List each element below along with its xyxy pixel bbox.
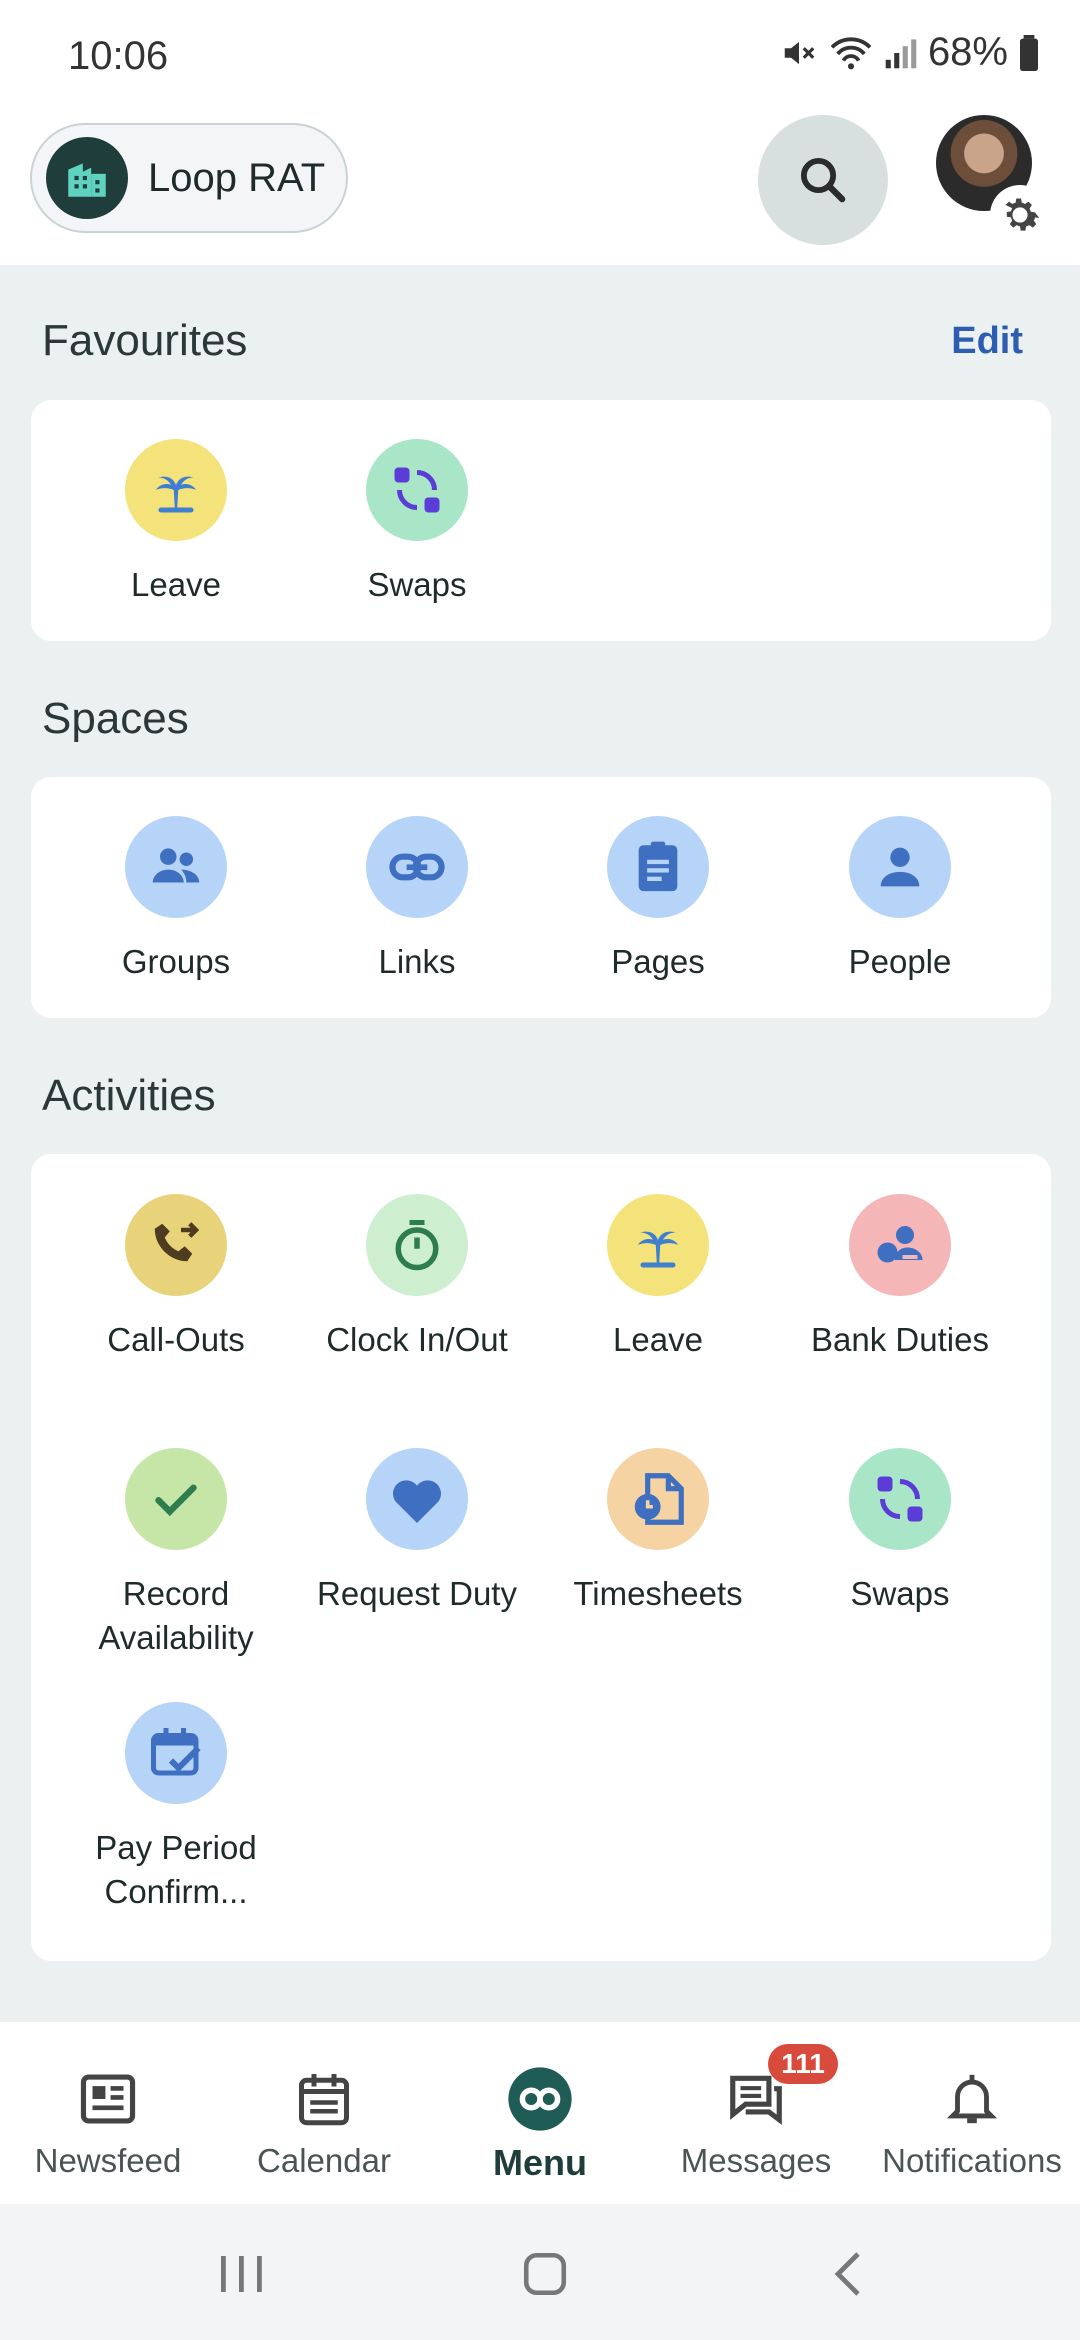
search-button[interactable] <box>758 115 888 245</box>
nav-label: Messages <box>680 2142 832 2179</box>
nav-calendar[interactable]: Calendar <box>216 2022 432 2204</box>
signal-icon <box>885 38 917 68</box>
activities-title: Activities <box>42 1071 216 1120</box>
tile-label: Swaps <box>367 566 467 603</box>
activity-request-duty[interactable]: Request Duty <box>297 1448 537 1616</box>
tile-label: Pay Period Confirm... <box>95 1829 257 1910</box>
nav-menu[interactable]: Menu <box>432 2022 648 2204</box>
tile-label: Timesheets <box>573 1575 743 1612</box>
home-button[interactable] <box>505 2244 585 2304</box>
activity-bank-duties[interactable]: Bank Duties <box>780 1194 1020 1362</box>
activity-swaps[interactable]: Swaps <box>780 1448 1020 1616</box>
nav-messages[interactable]: 111 Messages <box>648 2022 864 2204</box>
system-nav-bar <box>0 2204 1080 2340</box>
status-icons: 68% <box>780 30 1040 75</box>
favourite-swaps[interactable]: Swaps <box>297 439 537 607</box>
tile-label: Swaps <box>850 1575 950 1612</box>
nav-notifications[interactable]: Notifications <box>864 2022 1080 2204</box>
bank-duties-icon <box>849 1194 951 1296</box>
space-links[interactable]: Links <box>297 816 537 984</box>
edit-favourites-button[interactable]: Edit <box>951 320 1023 363</box>
recent-apps-button[interactable] <box>202 2244 282 2304</box>
tile-label: Pages <box>611 943 705 980</box>
activity-pay-period-confirm[interactable]: Pay Period Confirm... <box>56 1702 296 1914</box>
stopwatch-icon <box>366 1194 468 1296</box>
favourites-card: Leave Swaps <box>31 400 1051 641</box>
nav-label: Menu <box>493 2142 587 2183</box>
tile-label: Groups <box>121 943 231 980</box>
calendar-check-icon <box>125 1702 227 1804</box>
app-header: Loop RAT <box>0 115 1080 265</box>
tile-label: People <box>848 943 952 980</box>
clipboard-icon <box>607 816 709 918</box>
tile-label: Leave <box>613 1321 703 1358</box>
favourite-leave[interactable]: Leave <box>56 439 296 607</box>
org-switcher[interactable]: Loop RAT <box>30 123 348 233</box>
status-time: 10:06 <box>68 34 169 78</box>
wifi-icon <box>830 36 872 69</box>
spaces-card: Groups Links Pages People <box>31 777 1051 1018</box>
phone-forward-icon <box>125 1194 227 1296</box>
menu-loop-icon <box>505 2064 575 2134</box>
tile-label: Record Availability <box>98 1575 254 1656</box>
activities-card: Call-Outs Clock In/Out Leave Bank Duties… <box>31 1154 1051 1961</box>
activity-call-outs[interactable]: Call-Outs <box>56 1194 296 1362</box>
heart-icon <box>366 1448 468 1550</box>
bottom-nav: Newsfeed Calendar Menu 111 Messages Noti… <box>0 2022 1080 2204</box>
org-name: Loop RAT <box>148 155 326 200</box>
person-icon <box>849 816 951 918</box>
nav-newsfeed[interactable]: Newsfeed <box>0 2022 216 2204</box>
space-groups[interactable]: Groups <box>56 816 296 984</box>
activity-leave[interactable]: Leave <box>538 1194 778 1362</box>
back-button[interactable] <box>808 2244 888 2304</box>
space-pages[interactable]: Pages <box>538 816 778 984</box>
link-icon <box>366 816 468 918</box>
gear-icon[interactable] <box>990 185 1050 245</box>
battery-icon <box>1020 34 1038 71</box>
activity-timesheets[interactable]: Timesheets <box>538 1448 778 1616</box>
palm-tree-icon <box>607 1194 709 1296</box>
nav-label: Calendar <box>257 2142 391 2179</box>
battery-percent: 68% <box>927 30 1008 74</box>
check-icon <box>125 1448 227 1550</box>
activity-record-availability[interactable]: Record Availability <box>56 1448 296 1660</box>
status-bar: 10:06 68% <box>0 0 1080 115</box>
building-icon <box>46 137 128 219</box>
swap-icon <box>849 1448 951 1550</box>
spaces-title: Spaces <box>42 694 189 743</box>
tile-label: Bank Duties <box>811 1321 989 1358</box>
timesheet-icon <box>607 1448 709 1550</box>
bell-icon <box>937 2064 1007 2134</box>
tile-label: Clock In/Out <box>326 1321 508 1358</box>
messages-badge: 111 <box>768 2044 838 2084</box>
groups-icon <box>125 816 227 918</box>
back-icon <box>834 2252 860 2296</box>
search-icon <box>800 157 846 203</box>
swap-icon <box>366 439 468 541</box>
tile-label: Leave <box>131 566 221 603</box>
mute-icon <box>784 41 815 64</box>
tile-label: Request Duty <box>317 1575 517 1612</box>
space-people[interactable]: People <box>780 816 1020 984</box>
newsfeed-icon <box>73 2064 143 2134</box>
nav-label: Newsfeed <box>34 2142 182 2179</box>
nav-label: Notifications <box>882 2142 1062 2179</box>
favourites-title: Favourites <box>42 316 248 365</box>
home-icon <box>523 2252 567 2296</box>
calendar-icon <box>289 2064 359 2134</box>
tile-label: Links <box>378 943 456 980</box>
palm-tree-icon <box>125 439 227 541</box>
recent-apps-icon <box>221 2256 262 2292</box>
tile-label: Call-Outs <box>107 1321 245 1358</box>
activity-clock-in-out[interactable]: Clock In/Out <box>297 1194 537 1362</box>
